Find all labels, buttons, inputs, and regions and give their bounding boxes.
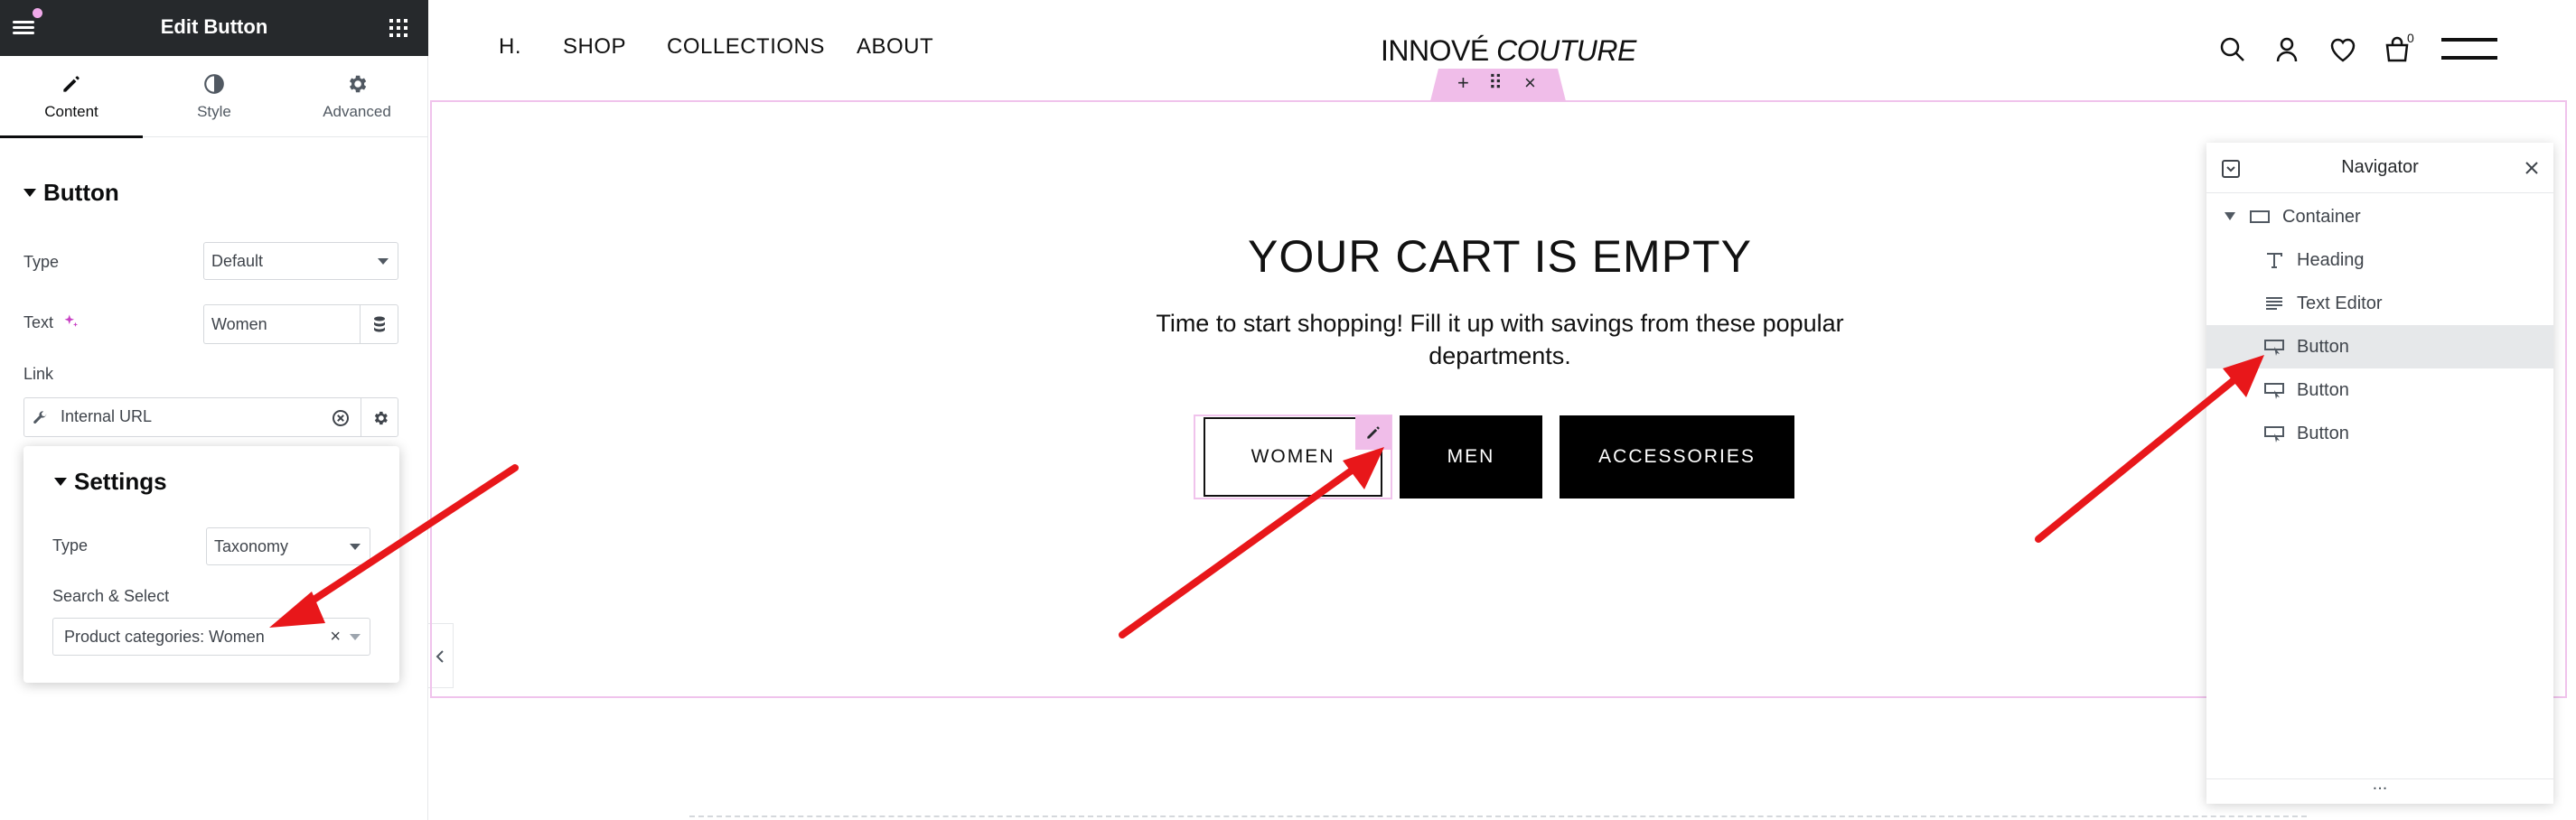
navigator-item-text-editor[interactable]: Text Editor	[2206, 282, 2553, 325]
dynamic-tags-button[interactable]	[360, 304, 398, 344]
container-icon	[2250, 210, 2270, 223]
settings-toggle[interactable]: Settings	[54, 468, 167, 496]
accessories-button[interactable]: ACCESSORIES	[1560, 415, 1794, 499]
add-section-dropzone	[689, 815, 2307, 817]
site-logo[interactable]: INNOVÉ COUTURE	[1381, 34, 1636, 68]
search-select-input[interactable]: Product categories: Women ×	[52, 618, 370, 656]
caret-down-icon	[54, 477, 67, 486]
section-edit-handle[interactable]: + ⠿ ×	[1430, 69, 1566, 101]
cart-empty-subtitle: Time to start shopping! Fill it up with …	[1156, 310, 1844, 369]
navigator-item-label: Button	[2297, 424, 2349, 443]
add-section-icon[interactable]: +	[1457, 71, 1469, 95]
link-value: Internal URL	[61, 407, 153, 425]
tab-label: Style	[197, 103, 231, 120]
half-circle-icon	[204, 74, 224, 94]
search-icon[interactable]	[2217, 34, 2248, 65]
wrench-icon	[33, 411, 47, 424]
men-button[interactable]: MEN	[1400, 415, 1542, 499]
pencil-icon	[63, 76, 80, 92]
search-select-value: Product categories: Women	[64, 628, 265, 646]
link-options-button[interactable]	[361, 397, 398, 437]
panel-header: Edit Button	[0, 0, 428, 56]
button-icon	[2264, 426, 2284, 443]
chevron-down-icon	[378, 258, 389, 265]
navigator-item-label: Text Editor	[2297, 294, 2383, 313]
gear-icon	[374, 411, 388, 425]
button-icon	[2264, 383, 2284, 399]
user-icon[interactable]	[2272, 34, 2302, 65]
navigator-title: Navigator	[2341, 157, 2419, 177]
navigator-item-button[interactable]: Button	[2206, 368, 2553, 412]
text-input[interactable]: Women	[203, 304, 361, 344]
type-label: Type	[23, 253, 60, 271]
navigator-header: Navigator	[2206, 143, 2553, 193]
caret-down-icon	[23, 188, 36, 197]
settings-type-select[interactable]: Taxonomy	[206, 527, 370, 565]
logo-main: INNOVÉ	[1381, 34, 1489, 67]
tab-style[interactable]: Style	[143, 56, 286, 137]
logo-italic: COUTURE	[1496, 34, 1636, 67]
drag-handle-icon[interactable]: ⠿	[1488, 71, 1503, 95]
type-select[interactable]: Default	[203, 242, 398, 280]
navigator-item-label: Button	[2297, 337, 2349, 357]
section-toggle-button[interactable]: Button	[23, 179, 119, 207]
ai-sparkle-icon[interactable]	[63, 313, 80, 330]
navigator-item-button-selected[interactable]: Button	[2206, 325, 2553, 368]
tab-advanced[interactable]: Advanced	[286, 56, 428, 137]
type-select-value: Default	[211, 252, 264, 270]
widgets-grid-icon[interactable]	[389, 19, 407, 37]
tab-label: Content	[44, 103, 98, 120]
cart-count-badge: 0	[2407, 31, 2414, 45]
clear-circle-icon[interactable]	[332, 409, 350, 427]
panel-tabs: Content Style Advanced	[0, 56, 428, 138]
cart-empty-heading: YOUR CART IS EMPTY	[1248, 231, 1752, 282]
section-title: Button	[43, 179, 119, 206]
link-settings-popover: Settings Type Taxonomy Search & Select P…	[23, 446, 399, 683]
navigator-item-label: Container	[2282, 207, 2361, 227]
text-label: Text	[23, 313, 80, 332]
pencil-icon	[1367, 426, 1380, 439]
chevron-down-icon	[350, 634, 361, 640]
nav-link-shop[interactable]: SHOP	[563, 34, 626, 60]
text-input-value: Women	[211, 315, 267, 333]
button-icon	[2264, 340, 2284, 356]
navigator-item-label: Button	[2297, 380, 2349, 400]
chevron-down-icon	[350, 544, 361, 550]
settings-title: Settings	[74, 468, 167, 495]
nav-link-about[interactable]: ABOUT	[857, 34, 933, 60]
navigator-panel: Navigator Container Heading Text Editor …	[2206, 143, 2553, 804]
tab-content[interactable]: Content	[0, 56, 143, 138]
editor-panel: Edit Button Content Style Advanced Butto…	[0, 0, 428, 820]
settings-type-value: Taxonomy	[214, 537, 289, 555]
navigator-item-button[interactable]: Button	[2206, 412, 2553, 455]
clear-selection-icon[interactable]: ×	[330, 619, 341, 655]
database-icon	[374, 316, 385, 332]
link-label: Link	[23, 365, 54, 383]
heading-icon	[2267, 253, 2282, 268]
heart-icon[interactable]	[2328, 34, 2358, 65]
caret-down-icon[interactable]	[2225, 212, 2235, 221]
link-input[interactable]: Internal URL	[23, 397, 361, 437]
navigator-resize-handle[interactable]: ...	[2206, 775, 2553, 804]
nav-link-home[interactable]: H.	[499, 34, 521, 60]
delete-section-icon[interactable]: ×	[1524, 71, 1536, 95]
hamburger-menu-icon[interactable]	[2441, 38, 2497, 60]
settings-type-label: Type	[52, 536, 89, 554]
navigator-item-heading[interactable]: Heading	[2206, 238, 2553, 282]
text-label-text: Text	[23, 313, 54, 331]
gear-icon	[349, 75, 367, 93]
edit-widget-button[interactable]	[1355, 415, 1391, 450]
navigator-item-container[interactable]: Container	[2206, 195, 2553, 238]
tab-label: Advanced	[323, 103, 391, 120]
nav-link-collections[interactable]: COLLECTIONS	[667, 34, 825, 60]
navigator-item-label: Heading	[2297, 250, 2365, 270]
text-editor-icon	[2266, 297, 2282, 310]
close-icon[interactable]	[2524, 161, 2539, 175]
search-select-label: Search & Select	[52, 587, 170, 605]
panel-title: Edit Button	[160, 15, 268, 38]
